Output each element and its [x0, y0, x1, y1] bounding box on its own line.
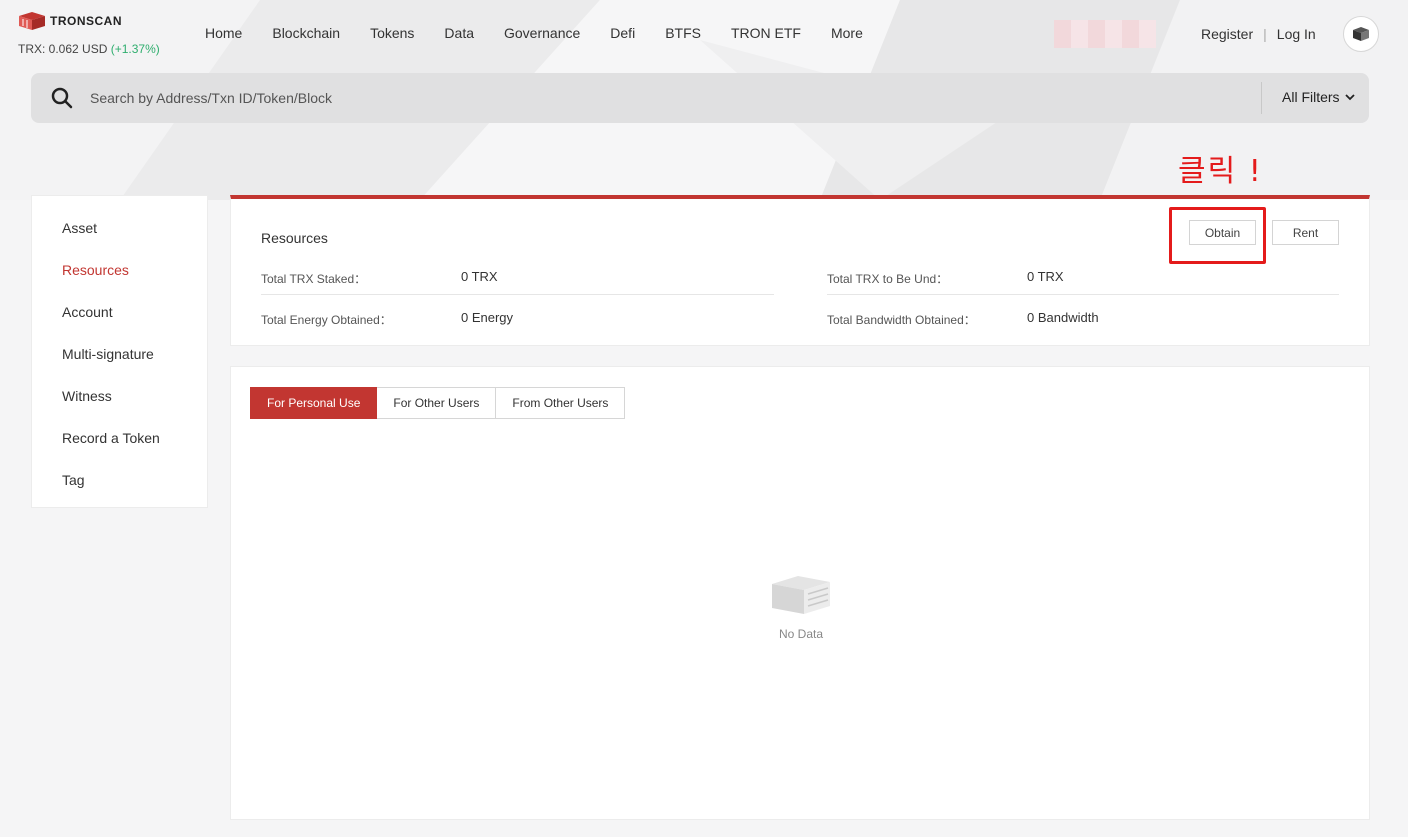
- rent-button[interactable]: Rent: [1272, 220, 1339, 245]
- all-filters-label: All Filters: [1282, 89, 1340, 105]
- nav-blockchain[interactable]: Blockchain: [272, 25, 340, 41]
- bandwidth-label: Total Bandwidth Obtained：: [827, 313, 976, 327]
- sidebar-item-asset[interactable]: Asset: [62, 220, 97, 236]
- top-header: TRONSCAN TRX: 0.062 USD (+1.37%) Home Bl…: [0, 0, 1408, 70]
- sidebar-item-resources[interactable]: Resources: [62, 262, 129, 278]
- delegation-tabs: For Personal Use For Other Users From Ot…: [250, 387, 626, 419]
- trx-unstaked-label: Total TRX to Be Und：: [827, 272, 949, 286]
- search-divider: [1261, 82, 1262, 114]
- nav-home[interactable]: Home: [205, 25, 242, 41]
- search-icon[interactable]: [51, 87, 73, 109]
- tronscan-logo-icon: [19, 12, 45, 30]
- annotation-text: 클릭 !: [1178, 154, 1263, 189]
- empty-state-text: No Data: [778, 627, 824, 641]
- logo-text: TRONSCAN: [50, 14, 122, 28]
- energy-label: Total Energy Obtained：: [261, 313, 392, 327]
- search-input[interactable]: [90, 85, 1240, 111]
- tab-other-users[interactable]: For Other Users: [377, 387, 497, 419]
- delegation-card: For Personal Use For Other Users From Ot…: [230, 366, 1370, 820]
- chevron-down-icon: [1344, 93, 1355, 100]
- sidebar-item-record-token[interactable]: Record a Token: [62, 430, 160, 446]
- tab-from-other-users[interactable]: From Other Users: [496, 387, 626, 419]
- trx-staked-value: 0 TRX: [461, 269, 498, 284]
- trx-price: TRX: 0.062 USD (+1.37%): [18, 42, 160, 56]
- tronscan-logo[interactable]: TRONSCAN: [18, 11, 122, 31]
- trx-price-label: TRX: 0.062 USD: [18, 42, 108, 56]
- register-link[interactable]: Register: [1201, 26, 1253, 42]
- stat-divider-right: [827, 294, 1339, 295]
- trx-price-change: (+1.37%): [110, 42, 160, 56]
- auth-separator: |: [1263, 26, 1267, 42]
- empty-box-icon: [772, 576, 830, 614]
- blurred-banner: [1054, 20, 1156, 48]
- main-nav: Home Blockchain Tokens Data Governance D…: [205, 25, 863, 41]
- resources-title: Resources: [261, 230, 328, 246]
- trx-unstaked-value: 0 TRX: [1027, 269, 1064, 284]
- trx-staked-label: Total TRX Staked：: [261, 272, 367, 286]
- energy-value: 0 Energy: [461, 310, 514, 325]
- search-bar: All Filters: [31, 73, 1369, 123]
- nav-governance[interactable]: Governance: [504, 25, 580, 41]
- empty-state: No Data: [766, 570, 836, 641]
- stat-divider-left: [261, 294, 774, 295]
- sidebar-item-tag[interactable]: Tag: [62, 472, 85, 488]
- nav-tron-etf[interactable]: TRON ETF: [731, 25, 801, 41]
- sidebar: Asset Resources Account Multi-signature …: [31, 195, 208, 508]
- nav-btfs[interactable]: BTFS: [665, 25, 701, 41]
- login-link[interactable]: Log In: [1277, 26, 1316, 42]
- nav-defi[interactable]: Defi: [610, 25, 635, 41]
- theme-toggle-button[interactable]: [1343, 16, 1379, 52]
- nav-tokens[interactable]: Tokens: [370, 25, 414, 41]
- sidebar-item-witness[interactable]: Witness: [62, 388, 112, 404]
- nav-more[interactable]: More: [831, 25, 863, 41]
- bandwidth-value: 0 Bandwidth: [1027, 310, 1099, 325]
- nav-data[interactable]: Data: [444, 25, 474, 41]
- annotation-highlight-box: [1169, 207, 1266, 264]
- sidebar-item-multi-signature[interactable]: Multi-signature: [62, 346, 154, 362]
- tab-personal-use[interactable]: For Personal Use: [250, 387, 378, 419]
- auth-links: Register | Log In: [1201, 26, 1316, 42]
- all-filters-dropdown[interactable]: All Filters: [1282, 89, 1355, 105]
- sidebar-item-account[interactable]: Account: [62, 304, 113, 320]
- cube-icon: [1353, 27, 1369, 41]
